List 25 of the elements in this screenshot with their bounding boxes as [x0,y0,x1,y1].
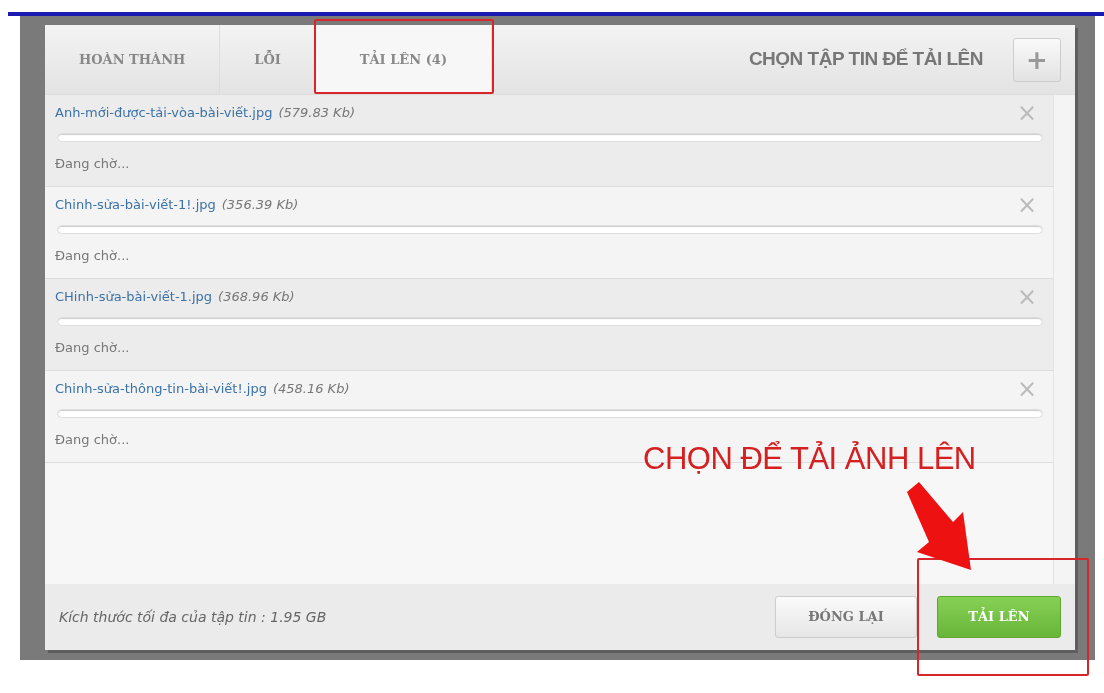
tab[interactable]: HOÀN THÀNH [45,25,221,94]
close-button[interactable]: × [1010,285,1043,309]
add-button[interactable]: + [1013,37,1061,82]
status-text: Đang chờ... [55,431,131,449]
close-button[interactable]: × [1010,377,1043,401]
status-text: Đang chờ... [55,247,131,265]
file-name: Chinh-sửa-bài-viết-1!.jpg [55,196,216,215]
close-button[interactable]: × [1010,193,1043,217]
file-name: CHinh-sửa-bài-viết-1.jpg [55,288,213,307]
file-size: (579.83 Kb) [278,104,355,123]
file-size: (458.16 Kb) [272,380,350,399]
close-button[interactable]: × [1010,101,1043,125]
file-name: Chinh-sửa-thông-tin-bài-viết!.jpg [55,380,267,399]
file-size: (356.39 Kb) [221,196,299,215]
choose-files-label: CHỌN TẬP TIN ĐỂ TẢI LÊN [748,47,983,72]
upload-button[interactable]: TẢI LÊN [937,596,1061,638]
annotation-text: CHỌN ĐỂ TẢI ẢNH LÊN [643,440,976,478]
close-dialog-button[interactable]: ĐÓNG LẠI [775,596,917,638]
tab[interactable]: TẢI LÊN (4) [315,25,493,94]
status-text: Đang chờ... [55,339,131,357]
status-text: Đang chờ... [55,155,131,173]
file-size: (368.96 Kb) [218,288,295,307]
file-name: Anh-mới-được-tải-vòa-bài-viết.jpg [55,104,273,123]
max-size-text: Kích thước tối đa của tập tin : 1.95 GB [59,607,327,627]
tab[interactable]: LỖI [220,25,316,94]
